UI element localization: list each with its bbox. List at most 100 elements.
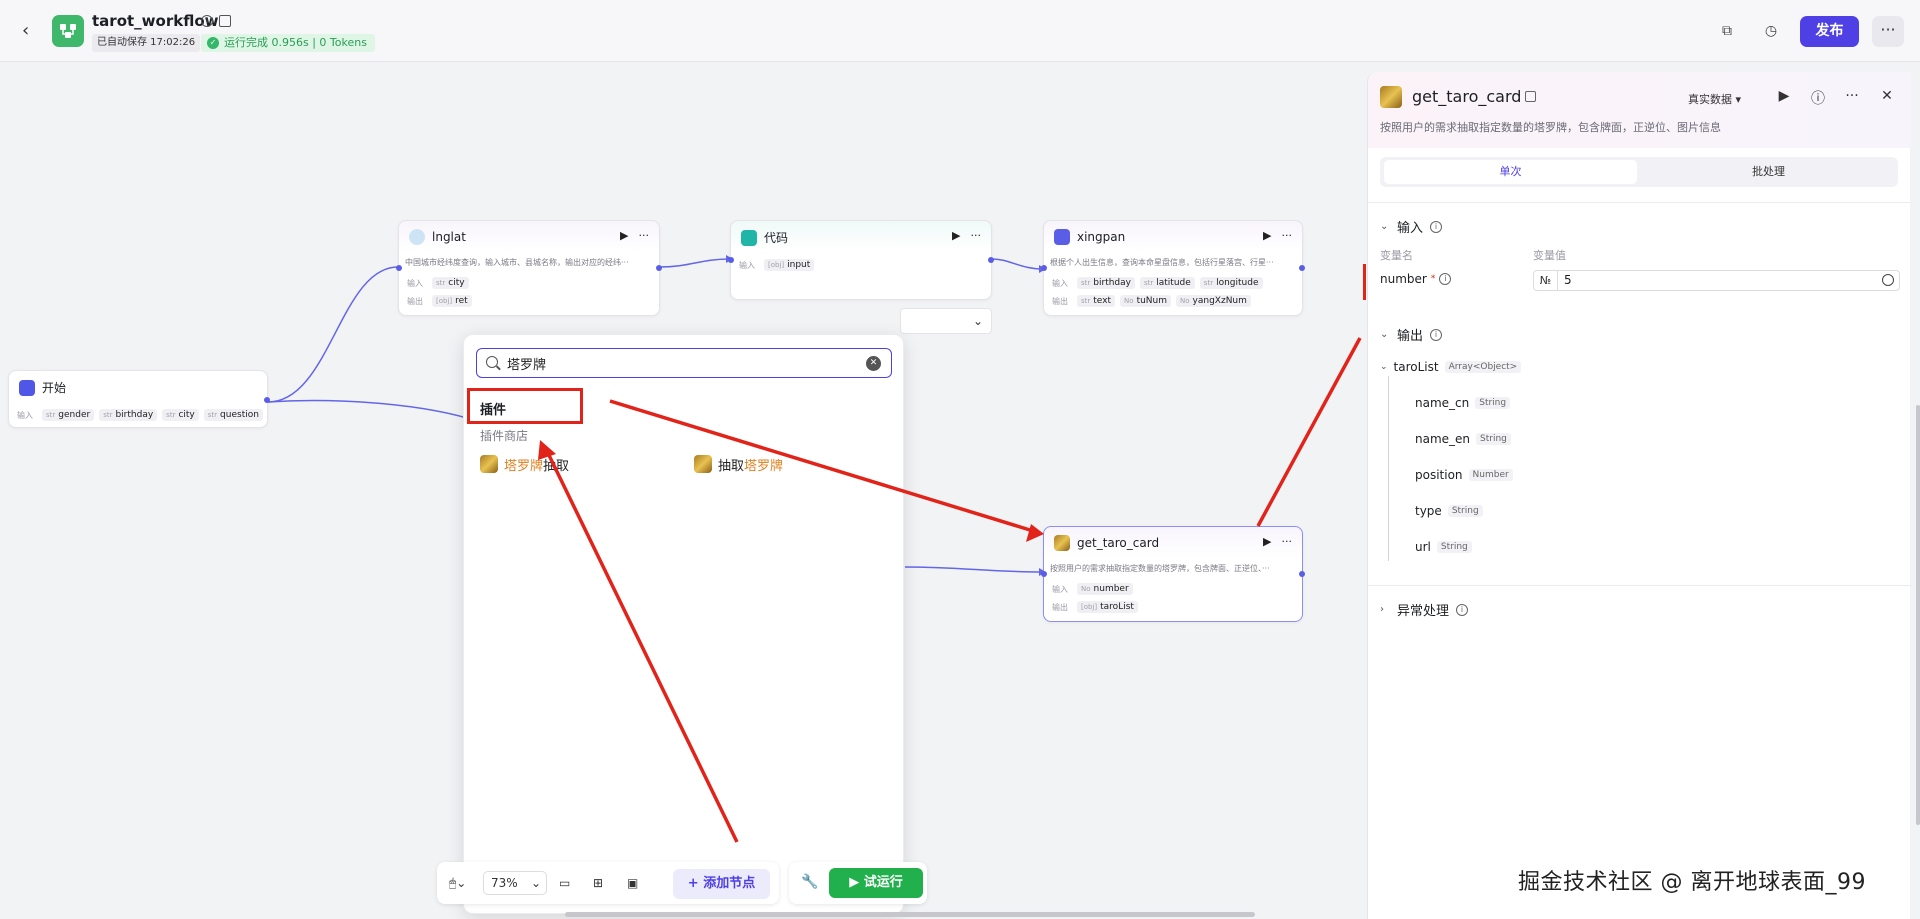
input-port[interactable] — [728, 257, 734, 263]
run-status-text: 运行完成 0.956s | 0 Tokens — [224, 36, 367, 49]
param-chip: No tuNum — [1120, 295, 1172, 307]
workflow-title: tarot_workflow — [92, 12, 219, 30]
autosave-badge: 已自动保存 17:02:26 — [92, 34, 201, 52]
more-menu-button[interactable]: ··· — [1872, 16, 1904, 47]
more-icon[interactable]: ··· — [1282, 229, 1293, 242]
zoom-select[interactable]: 73% ⌄ — [483, 871, 547, 895]
help-icon[interactable]: ⓘ — [1809, 88, 1827, 108]
input-port[interactable] — [396, 265, 402, 271]
search-input[interactable] — [507, 354, 847, 372]
param-chip: [obj] taroList — [1077, 601, 1138, 613]
check-circle-icon: ✓ — [207, 37, 219, 49]
run-node-icon[interactable]: ▶ — [1263, 229, 1271, 242]
vertical-scrollbar[interactable] — [1916, 405, 1920, 825]
top-header: ‹ tarot_workflow i 已自动保存 17:02:26 ✓ 运行完成… — [0, 0, 1920, 62]
variable-name: number * i — [1380, 272, 1452, 286]
io-label: 输入 — [1052, 278, 1068, 288]
clear-icon[interactable]: ✕ — [866, 356, 881, 371]
output-field: url String — [1415, 540, 1472, 554]
copy-icon[interactable]: ⧉ — [1718, 22, 1736, 40]
node-desc: 按照用户的需求抽取指定数量的塔罗牌，包含牌面、正逆位、··· — [1050, 564, 1270, 573]
panel-desc: 按照用户的需求抽取指定数量的塔罗牌，包含牌面，正逆位、图片信息 — [1380, 121, 1721, 134]
tarot-plugin-icon — [1054, 535, 1070, 551]
run-icon[interactable]: ▶ — [1775, 88, 1793, 104]
xingpan-node[interactable]: xingpan ▶ ··· 根据个人出生信息，查询本命星盘信息，包括行星落宫、行星… — [1041, 220, 1305, 316]
value-text[interactable]: 5 — [1564, 273, 1572, 287]
type-badge: № — [1534, 271, 1558, 290]
workflow-logo — [52, 15, 84, 47]
wrench-icon[interactable]: 🔧 — [801, 874, 818, 890]
add-node-button[interactable]: + 添加节点 — [673, 869, 770, 899]
param-chip: str longitude — [1199, 277, 1263, 289]
info-icon[interactable]: i — [1430, 328, 1443, 341]
param-chip: str birthday — [1077, 277, 1135, 289]
run-node-icon[interactable]: ▶ — [1263, 535, 1271, 548]
edit-icon[interactable] — [1525, 91, 1536, 102]
plugin-result-tarot-draw[interactable]: 塔罗牌抽取 — [480, 453, 569, 475]
param-chip: No yangXzNum — [1176, 295, 1251, 307]
edit-icon[interactable] — [219, 15, 231, 27]
output-port[interactable] — [988, 257, 994, 263]
try-run-button[interactable]: ▶ 试运行 — [829, 868, 923, 898]
chevron-down-icon[interactable]: ⌄ — [900, 308, 992, 334]
node-desc: 根据个人出生信息，查询本命星盘信息，包括行星落宫、行星··· — [1050, 258, 1274, 267]
info-icon[interactable]: i — [1439, 273, 1452, 285]
output-port[interactable] — [1299, 571, 1305, 577]
plugin-result-draw-tarot[interactable]: 抽取塔罗牌 — [694, 453, 783, 475]
io-label: 输出 — [1052, 296, 1068, 306]
mouse-mode-icon[interactable]: 🖱⌄ — [449, 872, 466, 894]
code-node[interactable]: 代码 ▶ ··· 输入 [obj] input — [728, 220, 994, 300]
input-section-header[interactable]: ⌄ 输入 i — [1380, 217, 1443, 236]
info-icon[interactable]: i — [201, 15, 213, 27]
number-value-input[interactable]: № 5 — [1533, 270, 1900, 291]
lnglat-node[interactable]: lnglat ▶ ··· 中国城市经纬度查询，输入城市、县城名称，输出对应的经纬·… — [396, 220, 662, 316]
horizontal-scrollbar[interactable] — [565, 912, 1255, 917]
back-arrow-icon[interactable]: ‹ — [22, 22, 40, 40]
data-mode-dropdown[interactable]: 真实数据 ▾ — [1688, 91, 1741, 107]
start-icon — [19, 379, 35, 396]
plugin-icon — [1054, 229, 1070, 245]
node-title: lnglat — [432, 230, 466, 244]
info-icon[interactable]: i — [1430, 220, 1443, 233]
comment-icon[interactable]: ▭ — [559, 872, 570, 894]
input-port[interactable] — [1041, 571, 1047, 577]
output-port[interactable] — [656, 265, 662, 271]
run-toolbar: 🔧 ▶ 试运行 — [789, 862, 927, 904]
code-icon — [741, 229, 757, 246]
more-icon[interactable]: ··· — [1282, 535, 1293, 548]
search-field[interactable]: ✕ — [476, 348, 892, 378]
close-icon[interactable]: ✕ — [1878, 88, 1896, 104]
minimap-icon[interactable]: ▣ — [627, 872, 638, 894]
get-taro-card-node[interactable]: get_taro_card ▶ ··· 按照用户的需求抽取指定数量的塔罗牌，包含牌… — [1041, 526, 1305, 622]
more-icon[interactable]: ··· — [971, 229, 982, 242]
input-port[interactable] — [1041, 265, 1047, 271]
more-icon[interactable]: ··· — [639, 229, 650, 242]
io-label: 输入 — [1052, 584, 1068, 594]
publish-button[interactable]: 发布 — [1800, 16, 1859, 47]
output-root[interactable]: ⌄ taroList Array<Object> — [1380, 360, 1522, 374]
tarot-plugin-icon — [694, 455, 712, 473]
tab-batch[interactable]: 批处理 — [1642, 160, 1895, 184]
history-icon[interactable]: ◷ — [1762, 22, 1780, 40]
run-status-badge: ✓ 运行完成 0.956s | 0 Tokens — [201, 34, 375, 52]
info-icon[interactable]: i — [1456, 603, 1469, 616]
annotation-box — [467, 388, 583, 424]
run-node-icon[interactable]: ▶ — [620, 229, 628, 242]
workflow-canvas[interactable]: 开始 输入 str gender str birthday str city str q… — [0, 62, 1366, 919]
io-label: 输出 — [1052, 602, 1068, 612]
chevron-down-icon: ⌄ — [1380, 221, 1389, 232]
start-node[interactable]: 开始 输入 str gender str birthday str city str q… — [8, 370, 270, 428]
tarot-plugin-icon — [480, 455, 498, 473]
io-label: 输入 — [17, 410, 33, 420]
more-icon[interactable]: ··· — [1843, 88, 1861, 104]
layout-icon[interactable]: ⊞ — [593, 872, 603, 894]
io-label: 输入 — [739, 260, 755, 270]
output-section-header[interactable]: ⌄ 输出 i — [1380, 325, 1443, 344]
tab-single[interactable]: 单次 — [1384, 160, 1637, 184]
run-node-icon[interactable]: ▶ — [952, 229, 960, 242]
param-chip: str birthday — [99, 409, 158, 421]
variable-picker-icon[interactable] — [1882, 274, 1894, 286]
error-handling-header[interactable]: › 异常处理 i — [1380, 600, 1469, 619]
output-port[interactable] — [264, 397, 270, 403]
output-port[interactable] — [1299, 265, 1305, 271]
